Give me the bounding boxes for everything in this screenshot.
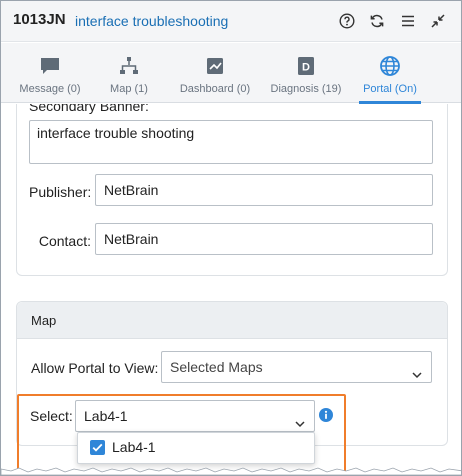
publisher-label: Publisher:	[29, 184, 92, 200]
tab-label: Map (1)	[110, 83, 148, 95]
menu-icon[interactable]	[397, 10, 419, 32]
select-label: Select:	[30, 408, 73, 424]
map-select-dropdown: Lab4-1	[77, 432, 315, 464]
refresh-icon[interactable]	[366, 10, 388, 32]
help-icon[interactable]	[336, 10, 358, 32]
contact-field[interactable]: NetBrain	[95, 223, 433, 255]
session-id: 1013JN	[13, 11, 66, 28]
tab-label: Message (0)	[19, 83, 81, 95]
map-select-value: Lab4-1	[84, 408, 128, 424]
dropdown-option-label: Lab4-1	[112, 439, 156, 455]
secondary-banner-field[interactable]: interface trouble shooting	[29, 120, 433, 164]
tab-map[interactable]: Map (1)	[101, 43, 157, 103]
map-select[interactable]: Lab4-1	[75, 400, 315, 432]
message-icon	[39, 55, 61, 77]
publisher-field[interactable]: NetBrain	[95, 174, 433, 206]
chevron-down-icon	[411, 361, 423, 391]
svg-text:D: D	[302, 62, 310, 74]
collapse-icon[interactable]	[427, 10, 449, 32]
allow-portal-label: Allow Portal to View:	[31, 360, 159, 376]
allow-portal-value: Selected Maps	[170, 359, 263, 375]
tab-diagnosis[interactable]: D Diagnosis (19)	[267, 43, 345, 103]
map-section-header: Map	[17, 302, 447, 339]
map-section-title: Map	[31, 313, 57, 328]
checkbox-checked-icon[interactable]	[90, 440, 105, 455]
portal-panel: 1013JN interface troubleshooting Message…	[0, 0, 462, 476]
tab-message[interactable]: Message (0)	[15, 43, 85, 103]
tab-dashboard[interactable]: Dashboard (0)	[177, 43, 253, 103]
dropdown-option[interactable]: Lab4-1	[78, 433, 314, 463]
diagnosis-icon: D	[295, 55, 317, 77]
session-title[interactable]: interface troubleshooting	[75, 13, 228, 29]
secondary-banner-label: Secondary Banner:	[29, 104, 149, 114]
portal-settings-card: Secondary Banner: interface trouble shoo…	[16, 104, 448, 276]
tab-bar: Message (0) Map (1) Dashboard (0) D Diag…	[1, 43, 461, 127]
tab-label: Dashboard (0)	[179, 83, 251, 95]
tab-portal[interactable]: Portal (On)	[359, 43, 421, 104]
tab-label: Diagnosis (19)	[270, 83, 342, 95]
contact-label: Contact:	[38, 233, 91, 249]
globe-icon	[379, 55, 401, 77]
torn-edge	[1, 467, 461, 475]
allow-portal-select[interactable]: Selected Maps	[161, 351, 432, 383]
info-icon[interactable]	[319, 408, 333, 425]
portal-content[interactable]: Secondary Banner: interface trouble shoo…	[1, 104, 461, 475]
panel-header: 1013JN interface troubleshooting	[1, 1, 461, 42]
map-icon	[118, 55, 140, 77]
dashboard-icon	[204, 55, 226, 77]
tab-label: Portal (On)	[363, 83, 417, 95]
